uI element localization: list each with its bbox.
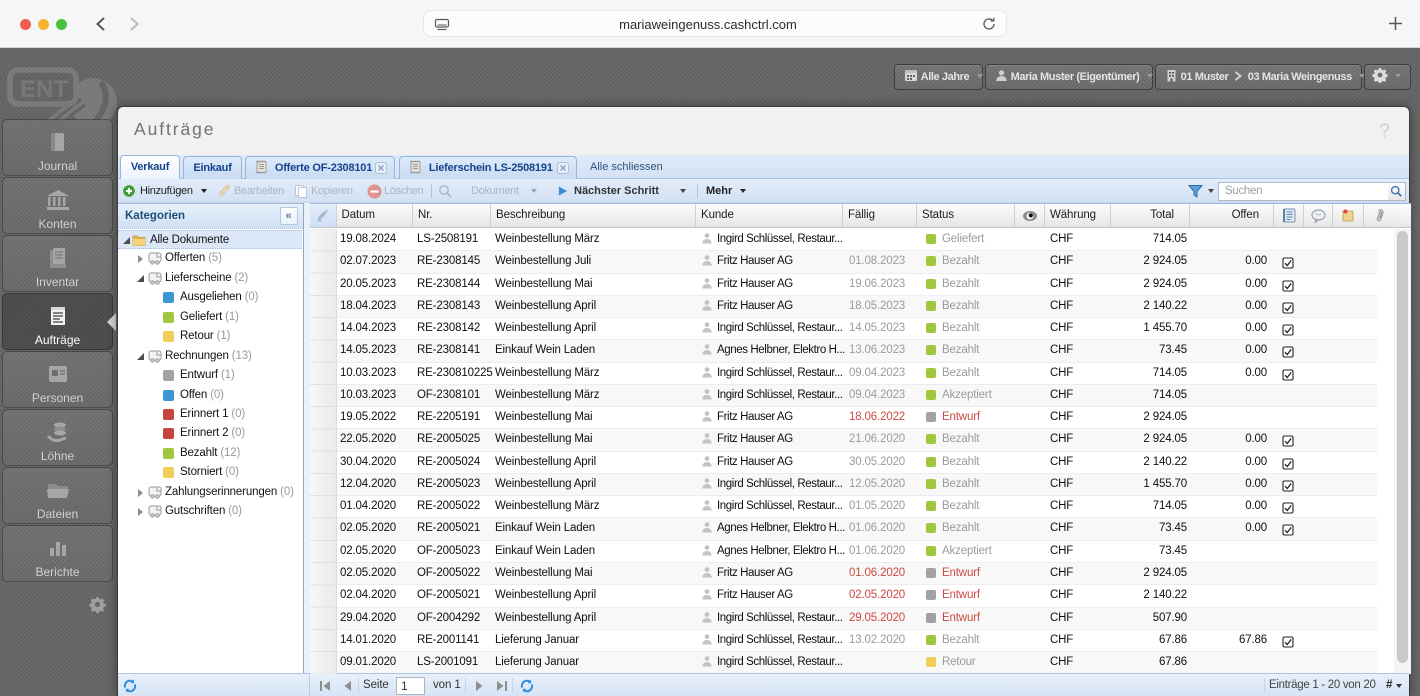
svg-text:ENT: ENT	[20, 76, 68, 103]
